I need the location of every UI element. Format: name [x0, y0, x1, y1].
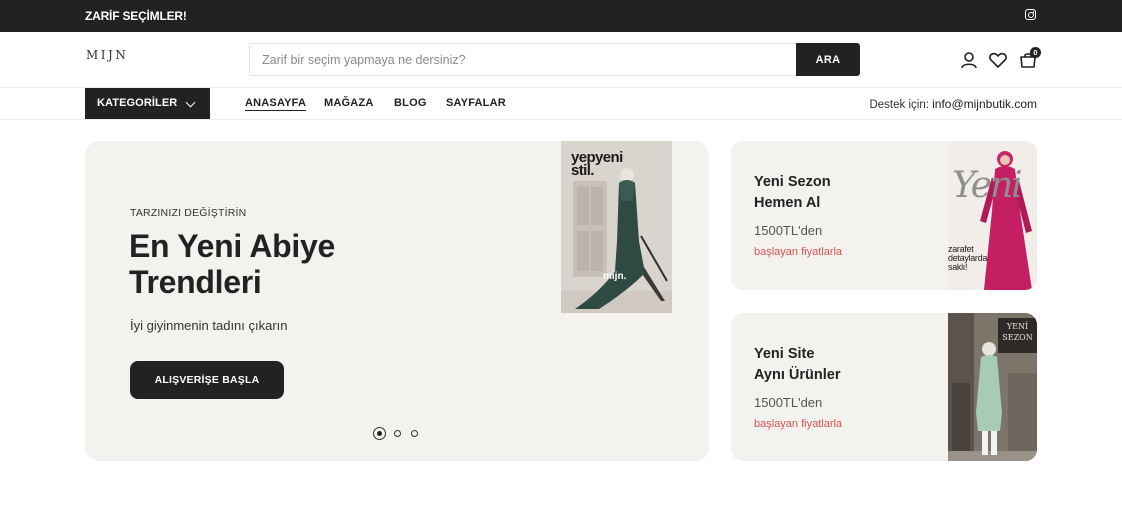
- hero-slider: TARZINIZI DEĞİŞTİRİN En Yeni Abiye Trend…: [85, 141, 709, 461]
- promo-card-note: başlayan fiyatlarla: [754, 418, 843, 430]
- promo-card-image: YENİ SEZON: [948, 313, 1037, 461]
- support-email-link[interactable]: info@mijnbutik.com: [932, 97, 1037, 111]
- promo-image-sign: YENİ SEZON: [998, 318, 1037, 353]
- hero-eyebrow: TARZINIZI DEĞİŞTİRİN: [130, 207, 247, 219]
- hero-headline-line2: Trendleri: [129, 264, 262, 300]
- logo-subline: [86, 63, 130, 67]
- search-input[interactable]: [250, 44, 797, 75]
- support-label: Destek için:: [869, 99, 929, 111]
- poster-brand: mijn.: [603, 271, 627, 282]
- promo-card-note: başlayan fiyatlarla: [754, 246, 843, 258]
- promo-card-new-site[interactable]: Yeni Site Aynı Ürünler 1500TL'den başlay…: [731, 313, 1037, 461]
- promo-image-caption: zarafet detaylarda saklı!: [948, 245, 998, 272]
- slide-dot-2[interactable]: [394, 430, 401, 437]
- hero-poster-image: yepyeni stil. mijn.: [561, 141, 672, 313]
- promo-card-title-line1: Yeni Site: [754, 346, 815, 362]
- promo-card-price: 1500TL'den: [754, 395, 823, 410]
- site-header: MIJN ARA 0: [0, 32, 1122, 88]
- nav-item-anasayfa[interactable]: ANASAYFA: [245, 97, 307, 111]
- instagram-icon[interactable]: [1025, 9, 1036, 20]
- hero-subtitle: İyi giyinmenin tadını çıkarın: [130, 318, 288, 333]
- promo-image-caption-line3: saklı!: [948, 262, 968, 272]
- categories-dropdown[interactable]: KATEGORİLER: [85, 88, 210, 119]
- logo-text: MIJN: [86, 48, 129, 62]
- support-contact: Destek için: info@mijnbutik.com: [869, 97, 1037, 111]
- promo-image-script: Yeni: [952, 165, 1023, 206]
- promo-text: ZARİF SEÇİMLER!: [85, 9, 187, 23]
- promo-image-sign-line1: YENİ: [1006, 322, 1029, 331]
- promo-card-title-line1: Yeni Sezon: [754, 174, 831, 190]
- cart-count-badge: 0: [1030, 47, 1041, 58]
- slide-dot-3[interactable]: [411, 430, 418, 437]
- top-announcement-bar: ZARİF SEÇİMLER!: [0, 0, 1122, 32]
- nav-item-blog[interactable]: BLOG: [394, 97, 427, 109]
- promo-image-sign-line2: SEZON: [1002, 333, 1033, 342]
- promo-card-title: Yeni Site Aynı Ürünler: [754, 344, 904, 386]
- search-button[interactable]: ARA: [796, 43, 860, 76]
- slide-dot-1[interactable]: [373, 427, 386, 440]
- chevron-down-icon: [185, 97, 196, 108]
- promo-card-image: Yeni zarafet detaylarda saklı!: [948, 141, 1037, 290]
- poster-title: yepyeni stil.: [571, 150, 623, 178]
- promo-card-price: 1500TL'den: [754, 223, 823, 238]
- search-bar: ARA: [249, 43, 860, 76]
- nav-item-sayfalar[interactable]: SAYFALAR: [446, 97, 506, 109]
- heart-icon[interactable]: [988, 50, 1008, 70]
- main-nav: KATEGORİLER ANASAYFA MAĞAZA BLOG SAYFALA…: [0, 88, 1122, 120]
- promo-card-title-line2: Aynı Ürünler: [754, 367, 841, 383]
- start-shopping-button[interactable]: ALIŞVERİŞE BAŞLA: [130, 361, 284, 399]
- nav-item-magaza[interactable]: MAĞAZA: [324, 97, 373, 109]
- promo-card-new-season[interactable]: Yeni Sezon Hemen Al 1500TL'den başlayan …: [731, 141, 1037, 290]
- categories-label: KATEGORİLER: [97, 97, 178, 109]
- hero-headline-line1: En Yeni Abiye: [129, 228, 335, 264]
- site-logo[interactable]: MIJN: [86, 49, 130, 67]
- user-icon[interactable]: [959, 50, 979, 70]
- promo-card-title-line2: Hemen Al: [754, 195, 821, 211]
- promo-card-title: Yeni Sezon Hemen Al: [754, 172, 904, 214]
- hero-headline: En Yeni Abiye Trendleri: [129, 228, 429, 300]
